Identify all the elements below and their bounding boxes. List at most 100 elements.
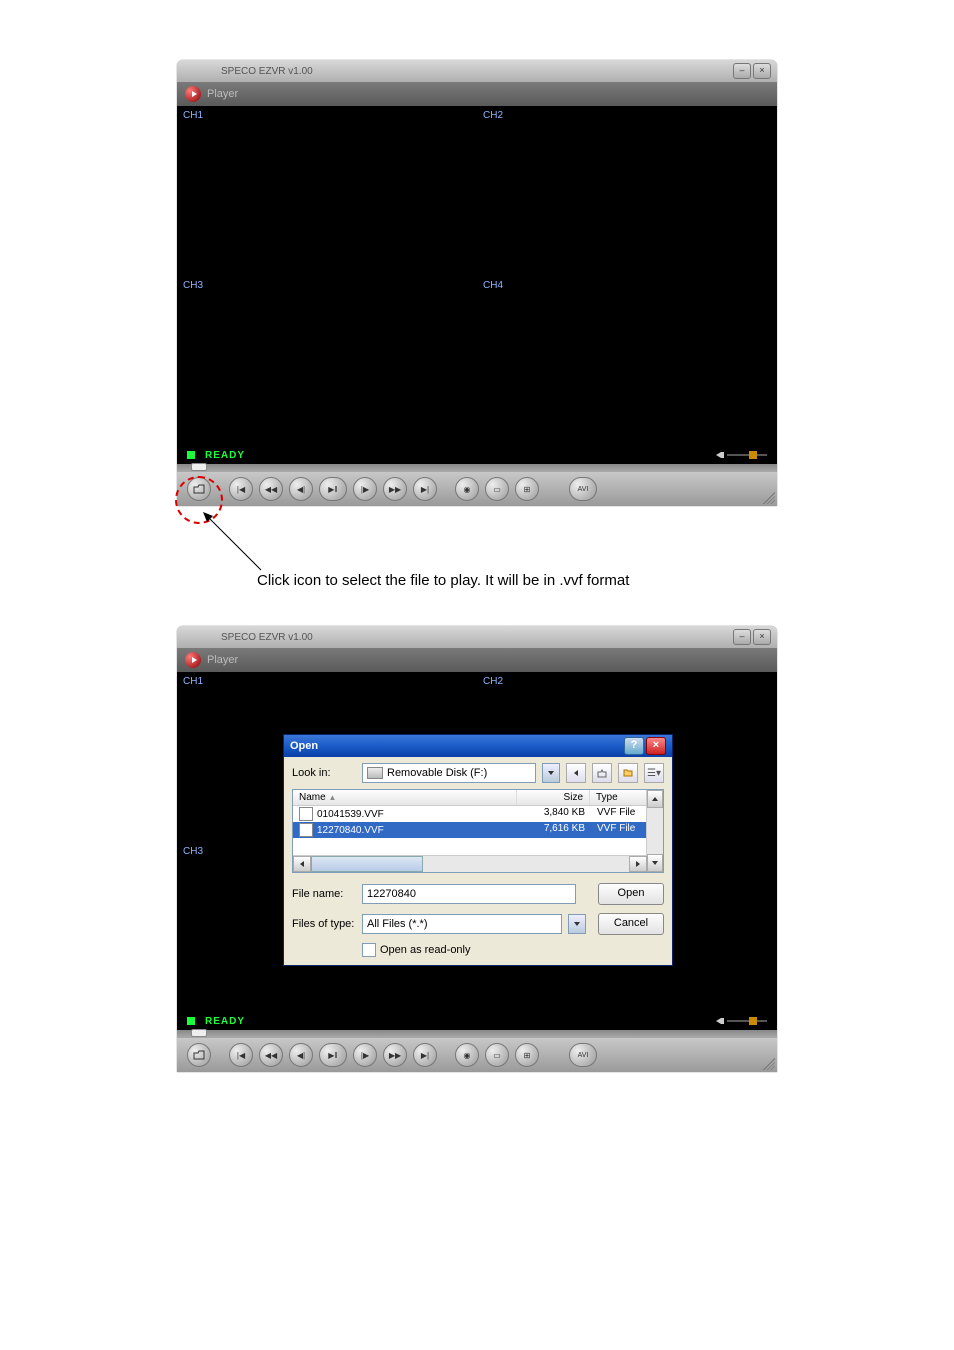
video-grid: CH1 CH2 CH3 CH4 xyxy=(177,106,777,446)
look-in-dropdown-arrow[interactable] xyxy=(542,763,560,783)
minimize-button[interactable]: – xyxy=(733,629,751,645)
checkbox-icon xyxy=(362,943,376,957)
caption-text: Click icon to select the file to play. I… xyxy=(257,572,629,589)
dialog-titlebar: Open ? × xyxy=(284,735,672,757)
status-bar: READY xyxy=(177,446,777,464)
close-button[interactable]: × xyxy=(753,629,771,645)
rewind-start-button[interactable]: |◀ xyxy=(229,1043,253,1067)
volume-slider[interactable] xyxy=(727,1020,767,1022)
file-name-input[interactable]: 12270840 xyxy=(362,884,576,904)
status-text: READY xyxy=(205,450,245,461)
resize-grip-icon[interactable] xyxy=(763,492,775,504)
snapshot-button[interactable]: ◉ xyxy=(455,477,479,501)
forward-end-button[interactable]: ▶| xyxy=(413,477,437,501)
player-logo-icon xyxy=(185,652,201,668)
channel-1[interactable]: CH1 xyxy=(177,106,477,276)
nav-back-icon[interactable] xyxy=(566,763,586,783)
file-icon xyxy=(299,807,313,821)
open-button[interactable]: Open xyxy=(598,883,664,905)
player-window-2: SPECO EZVR v1.00 – × Player CH1 CH2 CH3 … xyxy=(177,626,777,1072)
dialog-help-button[interactable]: ? xyxy=(624,737,644,755)
scroll-up-icon[interactable] xyxy=(647,790,663,808)
avi-export-button[interactable]: AVI xyxy=(569,477,597,501)
snapshot-button[interactable]: ◉ xyxy=(455,1043,479,1067)
open-file-button[interactable] xyxy=(187,1043,211,1067)
scroll-thumb[interactable] xyxy=(311,856,423,872)
progress-bar[interactable] xyxy=(177,464,777,472)
open-file-dialog: Open ? × Look in: Removable Disk (F:) xyxy=(283,734,673,966)
quad-view-button[interactable]: ⊞ xyxy=(515,1043,539,1067)
cancel-button[interactable]: Cancel xyxy=(598,913,664,935)
status-bar: READY xyxy=(177,1012,777,1030)
player-header: Player xyxy=(177,648,777,672)
player-label: Player xyxy=(207,88,238,100)
progress-thumb[interactable] xyxy=(191,1029,207,1037)
file-row-selected[interactable]: 12270840.VVF 7,616 KB VVF File xyxy=(293,822,663,838)
status-light-icon xyxy=(187,1017,195,1025)
col-size[interactable]: Size xyxy=(517,790,590,805)
volume-control[interactable] xyxy=(716,1018,767,1024)
status-light-icon xyxy=(187,451,195,459)
annotation: Click icon to select the file to play. I… xyxy=(177,506,777,596)
file-list-header: Name ▲ Size Type xyxy=(293,790,663,806)
read-only-checkbox[interactable]: Open as read-only xyxy=(362,943,471,957)
forward-end-button[interactable]: ▶| xyxy=(413,1043,437,1067)
col-name[interactable]: Name ▲ xyxy=(293,790,517,805)
file-icon xyxy=(299,823,313,837)
scroll-left-icon[interactable] xyxy=(293,856,311,872)
rewind-button[interactable]: ◀◀ xyxy=(259,477,283,501)
titlebar: SPECO EZVR v1.00 – × xyxy=(177,60,777,82)
control-bar: |◀ ◀◀ ◀| ▶‖ |▶ ▶▶ ▶| ◉ ▭ ⊞ AVI xyxy=(177,1038,777,1072)
dialog-close-button[interactable]: × xyxy=(646,737,666,755)
channel-3[interactable]: CH3 xyxy=(177,276,477,446)
files-of-type-label: Files of type: xyxy=(292,918,356,930)
nav-up-icon[interactable] xyxy=(592,763,612,783)
dialog-title: Open xyxy=(290,740,318,752)
look-in-dropdown[interactable]: Removable Disk (F:) xyxy=(362,763,536,783)
play-pause-button[interactable]: ▶‖ xyxy=(319,1043,347,1067)
status-text: READY xyxy=(205,1016,245,1027)
fast-forward-button[interactable]: ▶▶ xyxy=(383,477,407,501)
rewind-button[interactable]: ◀◀ xyxy=(259,1043,283,1067)
speaker-icon xyxy=(716,1018,721,1024)
step-back-button[interactable]: ◀| xyxy=(289,1043,313,1067)
files-of-type-dropdown[interactable]: All Files (*.*) xyxy=(362,914,562,934)
look-in-label: Look in: xyxy=(292,767,356,779)
channel-4[interactable]: CH4 xyxy=(477,276,777,446)
view-menu-icon[interactable]: ☰▾ xyxy=(644,763,664,783)
file-list[interactable]: Name ▲ Size Type 01041539.VVF 3,840 KB V… xyxy=(292,789,664,873)
play-pause-button[interactable]: ▶‖ xyxy=(319,477,347,501)
player-window-1: SPECO EZVR v1.00 – × Player CH1 CH2 CH3 … xyxy=(177,60,777,506)
fast-forward-button[interactable]: ▶▶ xyxy=(383,1043,407,1067)
close-button[interactable]: × xyxy=(753,63,771,79)
step-back-button[interactable]: ◀| xyxy=(289,477,313,501)
volume-slider[interactable] xyxy=(727,454,767,456)
progress-thumb[interactable] xyxy=(191,463,207,471)
rewind-start-button[interactable]: |◀ xyxy=(229,477,253,501)
scroll-down-icon[interactable] xyxy=(647,854,663,872)
vertical-scrollbar[interactable] xyxy=(646,790,663,872)
control-bar: |◀ ◀◀ ◀| ▶‖ |▶ ▶▶ ▶| ◉ ▭ ⊞ AVI xyxy=(177,472,777,506)
resize-grip-icon[interactable] xyxy=(763,1058,775,1070)
file-row[interactable]: 01041539.VVF 3,840 KB VVF File xyxy=(293,806,663,822)
minimize-button[interactable]: – xyxy=(733,63,751,79)
window-title: SPECO EZVR v1.00 xyxy=(221,632,313,643)
single-view-button[interactable]: ▭ xyxy=(485,477,509,501)
step-forward-button[interactable]: |▶ xyxy=(353,477,377,501)
progress-bar[interactable] xyxy=(177,1030,777,1038)
step-forward-button[interactable]: |▶ xyxy=(353,1043,377,1067)
horizontal-scrollbar[interactable] xyxy=(293,855,647,872)
channel-2[interactable]: CH2 xyxy=(477,106,777,276)
new-folder-icon[interactable] xyxy=(618,763,638,783)
files-of-type-arrow[interactable] xyxy=(568,914,586,934)
quad-view-button[interactable]: ⊞ xyxy=(515,477,539,501)
speaker-icon xyxy=(716,452,721,458)
player-label: Player xyxy=(207,654,238,666)
look-in-value: Removable Disk (F:) xyxy=(387,767,487,779)
avi-export-button[interactable]: AVI xyxy=(569,1043,597,1067)
arrow-icon xyxy=(201,510,281,580)
player-logo-icon xyxy=(185,86,201,102)
scroll-right-icon[interactable] xyxy=(629,856,647,872)
single-view-button[interactable]: ▭ xyxy=(485,1043,509,1067)
volume-control[interactable] xyxy=(716,452,767,458)
